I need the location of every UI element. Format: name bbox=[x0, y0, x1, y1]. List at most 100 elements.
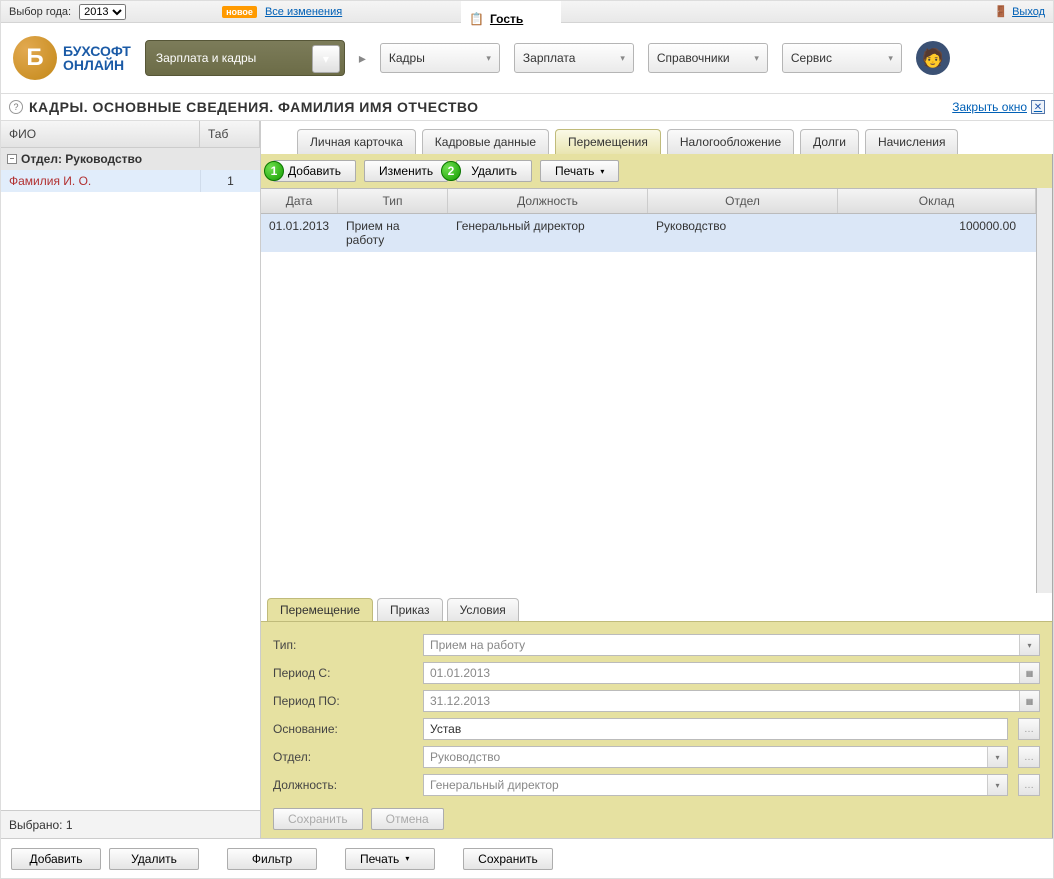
chevron-down-icon: ▾ bbox=[486, 53, 491, 64]
subtab-conditions[interactable]: Условия bbox=[447, 598, 519, 621]
input-from[interactable]: 01.01.2013▦ bbox=[423, 662, 1040, 684]
door-icon: 🚪 bbox=[994, 5, 1008, 18]
subtab-order[interactable]: Приказ bbox=[377, 598, 443, 621]
footer-delete-button[interactable]: Удалить bbox=[109, 848, 199, 870]
col-date[interactable]: Дата bbox=[261, 189, 338, 213]
edit-button[interactable]: Изменить bbox=[364, 160, 448, 182]
label-to: Период ПО: bbox=[273, 694, 413, 708]
selection-status: Выбрано: 1 bbox=[1, 810, 260, 838]
help-icon[interactable]: ? bbox=[9, 100, 23, 114]
tab-tax[interactable]: Налогообложение bbox=[667, 129, 794, 154]
col-position[interactable]: Должность bbox=[448, 189, 648, 213]
form-cancel-button[interactable]: Отмена bbox=[371, 808, 444, 830]
col-type[interactable]: Тип bbox=[338, 189, 448, 213]
left-pane: ФИО Таб – Отдел: Руководство Фамилия И. … bbox=[1, 121, 261, 838]
footer-save-button[interactable]: Сохранить bbox=[463, 848, 553, 870]
chevron-down-icon: ▾ bbox=[405, 854, 409, 863]
label-position: Должность: bbox=[273, 778, 413, 792]
module-label: Зарплата и кадры bbox=[156, 51, 256, 65]
input-reason[interactable]: Устав bbox=[423, 718, 1008, 740]
input-to[interactable]: 31.12.2013▦ bbox=[423, 690, 1040, 712]
chevron-down-icon: ▾ bbox=[600, 167, 604, 176]
employee-row[interactable]: Фамилия И. О. 1 bbox=[1, 170, 260, 192]
chevron-down-icon[interactable]: ▾ bbox=[987, 775, 1007, 795]
scrollbar[interactable] bbox=[1036, 188, 1052, 593]
footer-filter-button[interactable]: Фильтр bbox=[227, 848, 317, 870]
label-from: Период С: bbox=[273, 666, 413, 680]
dept-label: Отдел: Руководство bbox=[21, 152, 142, 166]
breadcrumb-arrow: ▸ bbox=[359, 50, 366, 67]
chevron-down-icon[interactable]: ▾ bbox=[1019, 635, 1039, 655]
close-icon[interactable]: ✕ bbox=[1031, 100, 1045, 114]
input-type[interactable]: Прием на работу▾ bbox=[423, 634, 1040, 656]
guest-link[interactable]: Гость bbox=[490, 12, 523, 26]
nav-spravochniki[interactable]: Справочники▾ bbox=[648, 43, 768, 73]
grid-header: Дата Тип Должность Отдел Оклад bbox=[261, 188, 1036, 214]
sub-tab-bar: Перемещение Приказ Условия bbox=[261, 593, 1053, 621]
col-dept[interactable]: Отдел bbox=[648, 189, 838, 213]
chevron-down-icon: ▾ bbox=[620, 53, 625, 64]
input-position[interactable]: Генеральный директор▾ bbox=[423, 774, 1008, 796]
nav-zarplata[interactable]: Зарплата▾ bbox=[514, 43, 634, 73]
calendar-icon[interactable]: ▦ bbox=[1019, 663, 1039, 683]
input-dept[interactable]: Руководство▾ bbox=[423, 746, 1008, 768]
nav-kadry[interactable]: Кадры▾ bbox=[380, 43, 500, 73]
form: Тип: Прием на работу▾ Период С: 01.01.20… bbox=[261, 621, 1053, 800]
module-select[interactable]: Зарплата и кадры ▾ bbox=[145, 40, 345, 76]
changes-link[interactable]: Все изменения bbox=[265, 6, 342, 18]
tab-hr-data[interactable]: Кадровые данные bbox=[422, 129, 549, 154]
collapse-icon[interactable]: – bbox=[7, 154, 17, 164]
year-select[interactable]: 2013 bbox=[79, 4, 126, 20]
col-fio[interactable]: ФИО bbox=[1, 121, 200, 147]
chevron-down-icon: ▾ bbox=[754, 53, 759, 64]
logo-text-1: БУХСОФТ bbox=[63, 44, 131, 58]
chevron-down-icon[interactable]: ▾ bbox=[312, 45, 340, 73]
tab-transfers[interactable]: Перемещения bbox=[555, 129, 661, 154]
label-reason: Основание: bbox=[273, 722, 413, 736]
delete-button[interactable]: Удалить bbox=[456, 160, 532, 182]
label-type: Тип: bbox=[273, 638, 413, 652]
footer: Добавить Удалить Фильтр Печать▾ Сохранит… bbox=[1, 838, 1053, 878]
tab-bar: Личная карточка Кадровые данные Перемеще… bbox=[261, 121, 1053, 154]
year-label: Выбор года: bbox=[9, 6, 71, 18]
label-dept: Отдел: bbox=[273, 750, 413, 764]
col-salary[interactable]: Оклад bbox=[838, 189, 1036, 213]
page-title-row: ? КАДРЫ. ОСНОВНЫЕ СВЕДЕНИЯ. ФАМИЛИЯ ИМЯ … bbox=[1, 93, 1053, 121]
page-title: КАДРЫ. ОСНОВНЫЕ СВЕДЕНИЯ. ФАМИЛИЯ ИМЯ ОТ… bbox=[29, 99, 479, 115]
header: Б БУХСОФТ ОНЛАЙН Зарплата и кадры ▾ ▸ Ка… bbox=[1, 23, 1053, 93]
tab-personal[interactable]: Личная карточка bbox=[297, 129, 416, 154]
logout-link[interactable]: 🚪 Выход bbox=[994, 5, 1045, 18]
toolbar: 1 Добавить Изменить 2 Удалить Печать▾ bbox=[261, 154, 1053, 188]
avatar[interactable]: 🧑 bbox=[916, 41, 950, 75]
nav-servis[interactable]: Сервис▾ bbox=[782, 43, 902, 73]
calendar-icon: 📋 bbox=[469, 12, 484, 26]
footer-print-button[interactable]: Печать▾ bbox=[345, 848, 435, 870]
dept-row[interactable]: – Отдел: Руководство bbox=[1, 148, 260, 170]
chevron-down-icon[interactable]: ▾ bbox=[987, 747, 1007, 767]
grid: Дата Тип Должность Отдел Оклад 01.01.201… bbox=[261, 188, 1053, 593]
form-save-button[interactable]: Сохранить bbox=[273, 808, 363, 830]
form-buttons: Сохранить Отмена bbox=[261, 800, 1053, 838]
logo-icon: Б bbox=[13, 36, 57, 80]
print-button[interactable]: Печать▾ bbox=[540, 160, 619, 182]
more-button[interactable]: … bbox=[1018, 746, 1040, 768]
add-button[interactable]: Добавить bbox=[273, 160, 356, 182]
callout-2: 2 bbox=[441, 161, 461, 181]
chevron-down-icon: ▾ bbox=[888, 53, 893, 64]
footer-add-button[interactable]: Добавить bbox=[11, 848, 101, 870]
grid-row[interactable]: 01.01.2013 Прием на работу Генеральный д… bbox=[261, 214, 1036, 252]
callout-1: 1 bbox=[264, 161, 284, 181]
more-button[interactable]: … bbox=[1018, 718, 1040, 740]
logo[interactable]: Б БУХСОФТ ОНЛАЙН bbox=[13, 36, 131, 80]
more-button[interactable]: … bbox=[1018, 774, 1040, 796]
tab-debts[interactable]: Долги bbox=[800, 129, 859, 154]
logo-text-2: ОНЛАЙН bbox=[63, 58, 131, 72]
col-tab[interactable]: Таб bbox=[200, 121, 260, 147]
employee-name: Фамилия И. О. bbox=[1, 170, 200, 192]
left-header: ФИО Таб bbox=[1, 121, 260, 148]
employee-tab: 1 bbox=[200, 170, 260, 192]
subtab-transfer[interactable]: Перемещение bbox=[267, 598, 373, 621]
close-window-link[interactable]: Закрыть окно ✕ bbox=[952, 100, 1045, 114]
calendar-icon[interactable]: ▦ bbox=[1019, 691, 1039, 711]
tab-earnings[interactable]: Начисления bbox=[865, 129, 959, 154]
